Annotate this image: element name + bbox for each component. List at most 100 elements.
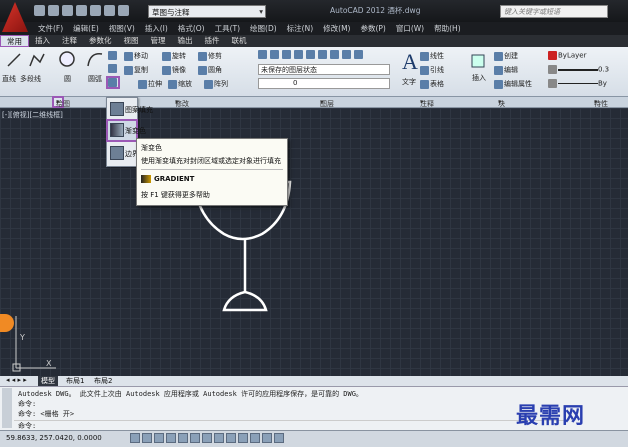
boundary-item[interactable]: 边界: [108, 144, 139, 163]
leader[interactable]: 引线: [420, 65, 444, 75]
tab-model[interactable]: 模型: [38, 376, 58, 386]
menu-window[interactable]: 窗口(W): [396, 23, 424, 34]
search-input[interactable]: 键入关键字或短语: [500, 5, 608, 18]
ortho-mode-icon[interactable]: [154, 433, 164, 443]
tab-online[interactable]: 联机: [226, 35, 253, 47]
draw-line-label[interactable]: 直线: [2, 74, 16, 84]
panel-modify-label[interactable]: 修改 ▾: [175, 98, 189, 108]
new-file-icon[interactable]: [34, 5, 45, 16]
polyline-icon[interactable]: [28, 52, 46, 70]
gradient-item[interactable]: 渐变色: [106, 119, 146, 142]
text-icon[interactable]: A: [402, 49, 418, 75]
block-create[interactable]: 创建: [494, 51, 518, 61]
transparency-icon[interactable]: [250, 433, 260, 443]
modify-rotate[interactable]: 旋转: [162, 51, 186, 61]
menu-view[interactable]: 视图(V): [109, 23, 135, 34]
block-edit[interactable]: 编辑: [494, 65, 518, 75]
menu-insert[interactable]: 插入(I): [145, 23, 168, 34]
panel-layers-label[interactable]: 图层 ▾: [320, 98, 334, 108]
open-file-icon[interactable]: [48, 5, 59, 16]
menu-tools[interactable]: 工具(T): [215, 23, 240, 34]
object-snap-icon[interactable]: [178, 433, 188, 443]
tab-output[interactable]: 输出: [172, 35, 199, 47]
layer-icon[interactable]: [306, 50, 315, 59]
tab-insert[interactable]: 插入: [29, 35, 56, 47]
layer-icon[interactable]: [294, 50, 303, 59]
layer-properties-icon[interactable]: [258, 50, 267, 59]
save-icon[interactable]: [62, 5, 73, 16]
polar-tracking-icon[interactable]: [166, 433, 176, 443]
snap-mode-icon[interactable]: [130, 433, 140, 443]
panel-block-label[interactable]: 块 ▾: [498, 98, 505, 108]
layer-icon[interactable]: [330, 50, 339, 59]
hatch-icon[interactable]: [106, 76, 120, 89]
rectangle-icon[interactable]: [108, 51, 118, 60]
layer-icon[interactable]: [354, 50, 363, 59]
modify-trim[interactable]: 修剪: [198, 51, 222, 61]
redo-icon[interactable]: [118, 5, 129, 16]
menu-help[interactable]: 帮助(H): [434, 23, 461, 34]
insert-block-icon[interactable]: [470, 53, 486, 71]
glass-base[interactable]: [222, 290, 268, 312]
dim-linear[interactable]: 线性: [420, 51, 444, 61]
insert-block-button[interactable]: 插入: [472, 73, 486, 83]
object-snap-tracking-icon[interactable]: [202, 433, 212, 443]
print-icon[interactable]: [90, 5, 101, 16]
menu-draw[interactable]: 绘图(D): [250, 23, 277, 34]
lineweight-select[interactable]: 0.3: [548, 65, 609, 74]
menu-dimension[interactable]: 标注(N): [287, 23, 313, 34]
color-select[interactable]: ByLayer: [548, 51, 586, 60]
tab-annotate[interactable]: 注释: [56, 35, 83, 47]
viewport-label[interactable]: [-][俯视][二维线框]: [2, 110, 63, 120]
tab-plugins[interactable]: 插件: [199, 35, 226, 47]
draw-polyline-label[interactable]: 多段线: [20, 74, 41, 84]
layer-state-select[interactable]: 未保存的图层状态: [258, 64, 390, 75]
panel-draw-label[interactable]: 绘图 ▾: [52, 96, 70, 108]
layer-icon[interactable]: [282, 50, 291, 59]
polygon-icon[interactable]: [108, 64, 118, 73]
tab-view[interactable]: 视图: [118, 35, 145, 47]
layout-nav-arrows[interactable]: ◂ ◂ ▸ ▸: [6, 376, 27, 384]
tab-manage[interactable]: 管理: [145, 35, 172, 47]
menu-modify[interactable]: 修改(M): [323, 23, 350, 34]
tab-parametric[interactable]: 参数化: [83, 35, 118, 47]
grid-display-icon[interactable]: [142, 433, 152, 443]
layer-icon[interactable]: [270, 50, 279, 59]
command-window-grip[interactable]: [2, 388, 12, 428]
menu-parametric[interactable]: 参数(P): [360, 23, 385, 34]
text-button[interactable]: 文字: [402, 77, 416, 87]
draw-circle-label[interactable]: 圆: [64, 74, 71, 84]
quick-properties-icon[interactable]: [262, 433, 272, 443]
undo-icon[interactable]: [104, 5, 115, 16]
modify-copy[interactable]: 复制: [124, 65, 148, 75]
layer-icon[interactable]: [342, 50, 351, 59]
arc-icon[interactable]: [86, 50, 104, 70]
block-edit-attributes[interactable]: 编辑属性: [494, 79, 532, 89]
panel-properties-label[interactable]: 特性 ▾: [594, 98, 608, 108]
panel-annotation-label[interactable]: 注释 ▾: [420, 98, 434, 108]
modify-array[interactable]: 阵列: [204, 79, 228, 89]
ucs-dynamic-icon[interactable]: [214, 433, 224, 443]
tab-home[interactable]: 常用: [0, 35, 29, 47]
workspace-selector[interactable]: 草图与注释 ▾: [148, 5, 266, 18]
hatch-item[interactable]: 图案填充: [108, 100, 153, 119]
menu-edit[interactable]: 编辑(E): [73, 23, 99, 34]
draw-arc-label[interactable]: 圆弧: [88, 74, 102, 84]
modify-move[interactable]: 移动: [124, 51, 148, 61]
modify-mirror[interactable]: 镜像: [162, 65, 186, 75]
lineweight-icon[interactable]: [238, 433, 248, 443]
circle-icon[interactable]: [58, 50, 76, 70]
selection-cycling-icon[interactable]: [274, 433, 284, 443]
table[interactable]: 表格: [420, 79, 444, 89]
layer-select[interactable]: 0: [258, 78, 390, 89]
dynamic-input-icon[interactable]: [226, 433, 236, 443]
layer-icon[interactable]: [318, 50, 327, 59]
modify-stretch[interactable]: 拉伸: [138, 79, 162, 89]
modify-fillet[interactable]: 圆角: [198, 65, 222, 75]
3d-osnap-icon[interactable]: [190, 433, 200, 443]
modify-scale[interactable]: 缩放: [168, 79, 192, 89]
save-as-icon[interactable]: [76, 5, 87, 16]
menu-format[interactable]: 格式(O): [178, 23, 205, 34]
tab-layout2[interactable]: 布局2: [94, 376, 112, 386]
menu-file[interactable]: 文件(F): [38, 23, 63, 34]
